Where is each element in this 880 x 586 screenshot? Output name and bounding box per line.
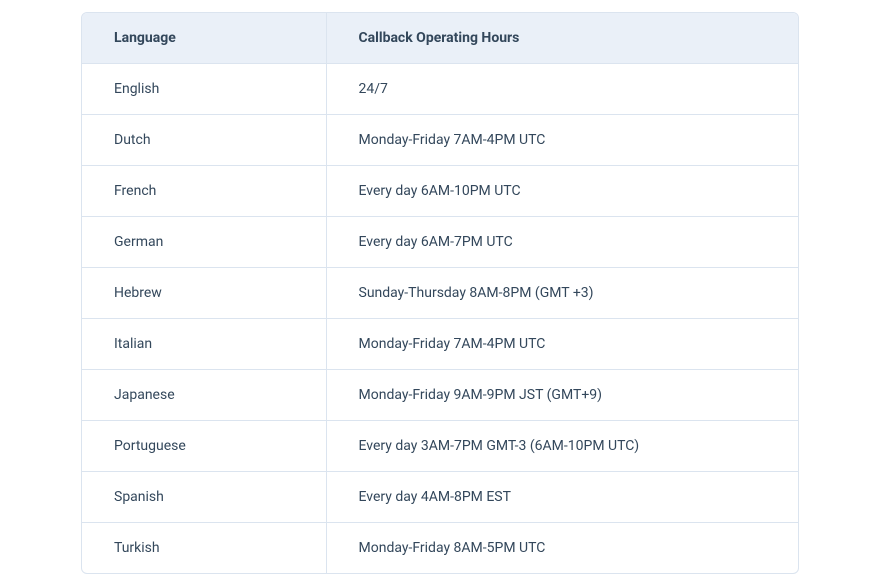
cell-language: Dutch xyxy=(82,115,326,166)
table-row: JapaneseMonday-Friday 9AM-9PM JST (GMT+9… xyxy=(82,370,798,421)
table-row: English24/7 xyxy=(82,64,798,115)
table-row: DutchMonday-Friday 7AM-4PM UTC xyxy=(82,115,798,166)
cell-hours: 24/7 xyxy=(326,64,798,115)
cell-language: Italian xyxy=(82,319,326,370)
cell-language: English xyxy=(82,64,326,115)
cell-hours: Every day 3AM-7PM GMT-3 (6AM-10PM UTC) xyxy=(326,421,798,472)
cell-language: French xyxy=(82,166,326,217)
cell-language: Japanese xyxy=(82,370,326,421)
table-header-row: Language Callback Operating Hours xyxy=(82,13,798,64)
cell-language: German xyxy=(82,217,326,268)
table-row: SpanishEvery day 4AM-8PM EST xyxy=(82,472,798,523)
cell-hours: Monday-Friday 9AM-9PM JST (GMT+9) xyxy=(326,370,798,421)
table-row: HebrewSunday-Thursday 8AM-8PM (GMT +3) xyxy=(82,268,798,319)
cell-hours: Monday-Friday 7AM-4PM UTC xyxy=(326,115,798,166)
cell-hours: Monday-Friday 7AM-4PM UTC xyxy=(326,319,798,370)
cell-language: Portuguese xyxy=(82,421,326,472)
cell-language: Spanish xyxy=(82,472,326,523)
cell-hours: Every day 6AM-7PM UTC xyxy=(326,217,798,268)
table-row: TurkishMonday-Friday 8AM-5PM UTC xyxy=(82,523,798,574)
callback-hours-table: Language Callback Operating Hours Englis… xyxy=(82,13,798,573)
table-row: FrenchEvery day 6AM-10PM UTC xyxy=(82,166,798,217)
cell-hours: Monday-Friday 8AM-5PM UTC xyxy=(326,523,798,574)
callback-hours-table-wrapper: Language Callback Operating Hours Englis… xyxy=(81,12,799,574)
table-row: ItalianMonday-Friday 7AM-4PM UTC xyxy=(82,319,798,370)
cell-hours: Every day 4AM-8PM EST xyxy=(326,472,798,523)
header-language: Language xyxy=(82,13,326,64)
table-row: GermanEvery day 6AM-7PM UTC xyxy=(82,217,798,268)
table-row: PortugueseEvery day 3AM-7PM GMT-3 (6AM-1… xyxy=(82,421,798,472)
cell-hours: Every day 6AM-10PM UTC xyxy=(326,166,798,217)
cell-language: Hebrew xyxy=(82,268,326,319)
cell-hours: Sunday-Thursday 8AM-8PM (GMT +3) xyxy=(326,268,798,319)
header-hours: Callback Operating Hours xyxy=(326,13,798,64)
cell-language: Turkish xyxy=(82,523,326,574)
